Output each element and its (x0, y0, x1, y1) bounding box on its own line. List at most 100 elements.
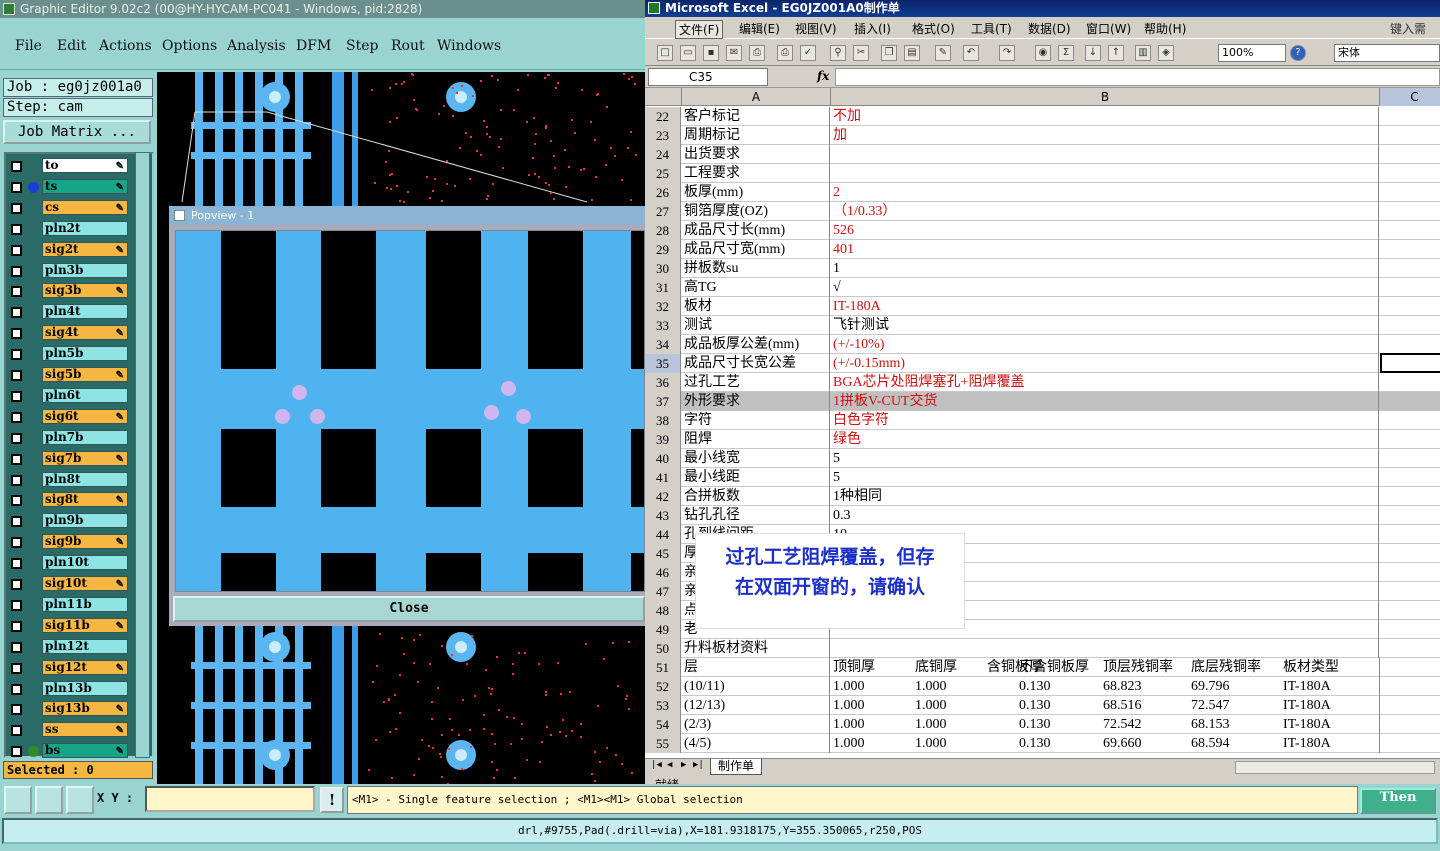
table-cell[interactable]: 72.547 (1191, 696, 1230, 715)
layer-name[interactable]: sig5b ✎ (42, 367, 128, 382)
table-cell[interactable]: 69.660 (1103, 734, 1142, 753)
layer-row-sig6t[interactable]: sig6t ✎ (8, 408, 130, 426)
autosum-icon[interactable]: Σ (1058, 45, 1074, 61)
table-cell[interactable]: 0.130 (1019, 677, 1051, 696)
row-number[interactable]: 53 (645, 696, 681, 715)
zoom-window-icon[interactable] (4, 786, 32, 814)
layer-name[interactable]: sig7b ✎ (42, 450, 128, 466)
redo-icon[interactable]: ↷ (999, 45, 1015, 61)
format-painter-icon[interactable]: ✎ (935, 45, 951, 61)
layer-checkbox[interactable] (11, 704, 22, 716)
menu-edit-cn[interactable]: 编辑(E) (739, 20, 780, 37)
layer-scrollbar[interactable] (135, 152, 150, 758)
row-number[interactable]: 29 (645, 240, 681, 259)
cell-b[interactable]: 526 (831, 221, 1379, 240)
table-cell[interactable]: 1.000 (833, 715, 865, 734)
row-number[interactable]: 34 (645, 335, 681, 354)
layer-checkbox[interactable] (11, 286, 22, 298)
row-number[interactable]: 45 (645, 544, 681, 563)
popview-canvas[interactable] (175, 230, 645, 592)
cell-b[interactable]: (+/-0.15mm) (831, 354, 1379, 373)
table-cell[interactable]: 1.000 (915, 715, 947, 734)
cell-b[interactable]: 1 (831, 259, 1379, 278)
row-number[interactable]: 42 (645, 487, 681, 506)
sheet-tab[interactable]: 制作单 (710, 759, 762, 775)
row-number[interactable]: 39 (645, 430, 681, 449)
layer-name[interactable]: to ✎ (42, 158, 128, 173)
layer-row-pln4t[interactable]: pln4t (8, 304, 130, 321)
layer-row-pln7b[interactable]: pln7b (8, 429, 130, 447)
cell-b[interactable]: （1/0.33） (831, 202, 1379, 221)
row-number[interactable]: 55 (645, 734, 681, 753)
via[interactable] (292, 385, 307, 400)
print-preview-icon[interactable]: ⎙ (749, 45, 765, 61)
save-icon[interactable]: ▪ (703, 45, 719, 61)
layer-name[interactable]: pln9b (42, 513, 128, 529)
row-number[interactable]: 43 (645, 506, 681, 525)
cell-b[interactable]: 白色字符 (831, 411, 1379, 430)
cell-a[interactable]: 钻孔孔径 (682, 506, 830, 525)
cell-a[interactable]: 过孔工艺 (682, 373, 830, 392)
drawing-icon[interactable]: ◈ (1158, 45, 1174, 61)
layer-name[interactable]: sig10t ✎ (42, 576, 128, 591)
menu-tools-cn[interactable]: 工具(T) (971, 20, 1012, 37)
layer-row-pln2t[interactable]: pln2t (8, 220, 130, 238)
table-cell[interactable]: 68.823 (1103, 677, 1142, 696)
layer-name[interactable]: pln13b (42, 680, 128, 696)
row-number[interactable]: 41 (645, 468, 681, 487)
table-cell[interactable]: IT-180A (1283, 715, 1331, 734)
layer-checkbox[interactable] (11, 641, 22, 653)
spelling-icon[interactable]: ✓ (800, 45, 816, 61)
layer-checkbox[interactable] (11, 599, 22, 611)
pencil-icon[interactable]: ✎ (116, 160, 124, 173)
table-cell[interactable]: 底铜厚 (915, 658, 957, 677)
cell-a[interactable]: 工程要求 (682, 164, 830, 183)
table-cell[interactable]: 板材类型 (1283, 658, 1339, 677)
hyperlink-icon[interactable]: ◉ (1035, 45, 1051, 61)
help-icon[interactable]: ? (1290, 45, 1306, 61)
layer-checkbox[interactable] (11, 223, 22, 235)
help-prompt[interactable]: 键入需 (1390, 20, 1426, 37)
menu-file-cn[interactable]: 文件(F) (675, 20, 724, 39)
row-number[interactable]: 35 (645, 354, 681, 373)
layer-row-pln11b[interactable]: pln11b (8, 596, 130, 614)
cell-a[interactable]: 合拼板数 (682, 487, 830, 506)
layer-display-dot[interactable] (28, 181, 39, 193)
layer-checkbox[interactable] (11, 181, 22, 193)
pencil-icon[interactable]: ✎ (116, 411, 124, 424)
layer-checkbox[interactable] (11, 411, 22, 423)
layer-checkbox[interactable] (11, 683, 22, 695)
then-button[interactable]: Then (1360, 788, 1436, 814)
row-number[interactable]: 49 (645, 620, 681, 639)
cell-b[interactable]: 绿色 (831, 430, 1379, 449)
via[interactable] (501, 381, 516, 396)
row-number[interactable]: 51 (645, 658, 681, 677)
undo-icon[interactable]: ↶ (963, 45, 979, 61)
menu-options[interactable]: Options (162, 38, 217, 54)
cell-b[interactable]: 1拼板V-CUT交货 (831, 392, 1379, 411)
layer-row-pln9b[interactable]: pln9b (8, 513, 130, 530)
layer-name[interactable]: sig8t ✎ (42, 492, 128, 508)
cell-a[interactable]: 最小线宽 (682, 449, 830, 468)
cell-a[interactable]: 成品尺寸长宽公差 (682, 354, 830, 373)
layer-name[interactable]: bs ✎ (42, 743, 128, 759)
layer-row-sig7b[interactable]: sig7b ✎ (8, 450, 130, 468)
layer-name[interactable]: ts ✎ (42, 178, 128, 194)
layer-row-cs[interactable]: cs ✎ (8, 199, 130, 217)
cell-b[interactable]: 0.3 (831, 506, 1379, 525)
layer-row-sig12t[interactable]: sig12t ✎ (8, 659, 130, 677)
row-number[interactable]: 23 (645, 126, 681, 145)
via[interactable] (275, 409, 290, 424)
table-cell[interactable]: 不含铜板厚 (1019, 658, 1089, 677)
menu-windows[interactable]: Windows (437, 38, 501, 54)
menu-analysis[interactable]: Analysis (227, 38, 286, 54)
layer-checkbox[interactable] (11, 620, 22, 632)
close-x-icon[interactable] (174, 210, 185, 221)
cut-icon[interactable]: ✂ (853, 45, 869, 61)
column-header-a[interactable]: A (682, 88, 831, 106)
chart-wizard-icon[interactable]: ▥ (1135, 45, 1151, 61)
table-cell[interactable]: 1.000 (915, 677, 947, 696)
fx-icon[interactable]: fx (817, 69, 829, 83)
row-number[interactable]: 31 (645, 278, 681, 297)
row-number[interactable]: 27 (645, 202, 681, 221)
